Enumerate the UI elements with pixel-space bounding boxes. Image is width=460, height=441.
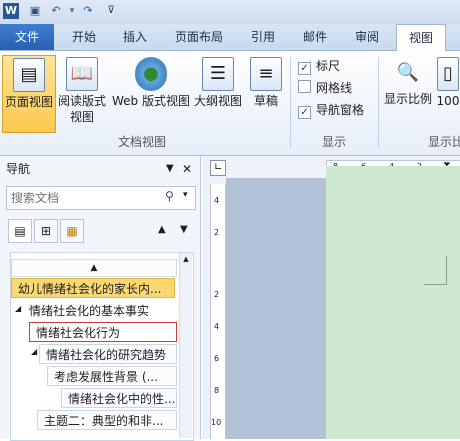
reading-view-icon: 📖: [66, 57, 98, 91]
reading-view-label-2: 视图: [69, 110, 94, 124]
nav-pane-checkbox[interactable]: ✓ 导航窗格: [298, 101, 364, 119]
ruler-tick: 4: [214, 196, 220, 205]
heading-item[interactable]: 幼儿情绪社会化的家长内...: [11, 278, 175, 298]
ribbon-separator: [290, 57, 291, 149]
reading-view-label-1: 阅读版式: [57, 94, 106, 108]
headings-tab-icon[interactable]: ▤: [8, 219, 32, 243]
heading-item[interactable]: 情绪社会化中的性...: [61, 388, 177, 408]
checkbox-unchecked-icon: [298, 80, 311, 93]
nav-pane-label: 导航窗格: [316, 103, 365, 117]
web-view-button[interactable]: ● Web 版式视图: [110, 55, 192, 131]
group-label-doc-views: 文档视图: [118, 135, 167, 149]
page-icon: ▯: [437, 57, 459, 91]
reading-view-button[interactable]: 📖 阅读版式 视图: [56, 55, 108, 131]
tab-view[interactable]: 视图: [396, 24, 446, 51]
ribbon-tabs: 文件 开始 插入 页面布局 引用 邮件 审阅 视图: [0, 24, 460, 51]
ruler-tick: 2: [214, 228, 220, 237]
tab-references[interactable]: 引用: [240, 24, 286, 50]
gridlines-label: 网格线: [316, 81, 353, 95]
page-view-label: 页面视图: [4, 95, 53, 109]
heading-item[interactable]: 考虑发展性背景 (...: [47, 366, 177, 386]
ruler-tick: 10: [211, 418, 222, 427]
expanded-triangle-icon[interactable]: ◢: [31, 347, 37, 356]
zoom-100-button[interactable]: ▯ 100: [436, 55, 460, 131]
tab-mailings[interactable]: 邮件: [292, 24, 338, 50]
gridlines-checkbox[interactable]: 网格线: [298, 79, 352, 96]
tab-insert[interactable]: 插入: [112, 24, 158, 50]
document-page[interactable]: [326, 166, 460, 439]
outline-view-icon: ☰: [202, 57, 234, 91]
draft-view-label: 草稿: [253, 94, 278, 108]
word-app-icon[interactable]: W: [3, 3, 19, 19]
ribbon: ▤ 页面视图 📖 阅读版式 视图 ● Web 版式视图 ☰ 大纲视图 ≡ 草稿 …: [0, 51, 460, 156]
web-view-label: Web 版式视图: [112, 94, 190, 108]
collapse-top-icon[interactable]: ▲: [11, 259, 177, 277]
next-icon[interactable]: ▼: [180, 224, 188, 235]
results-tab-icon[interactable]: ▦: [60, 219, 84, 243]
outline-view-label: 大纲视图: [193, 94, 242, 108]
search-input[interactable]: [9, 188, 163, 208]
tab-selector-icon[interactable]: ∟: [210, 160, 226, 176]
group-label-zoom: 显示比: [428, 135, 460, 149]
zoom-100-label: 100: [436, 94, 460, 108]
tab-review[interactable]: 审阅: [344, 24, 390, 50]
outline-view-button[interactable]: ☰ 大纲视图: [192, 55, 244, 131]
ruler-tick: 6: [214, 354, 220, 363]
draft-view-icon: ≡: [250, 57, 282, 91]
ruler-checkbox[interactable]: ✓ 标尺: [298, 57, 340, 75]
page-view-icon: ▤: [13, 58, 45, 92]
zoom-label: 显示比例: [383, 92, 432, 106]
ruler-label: 标尺: [316, 59, 341, 73]
nav-pane-title: 导航: [6, 162, 31, 176]
ribbon-separator: [378, 57, 379, 149]
margin-corner-mark: [424, 256, 447, 285]
headings-tree: ▲ ▲ 幼儿情绪社会化的家长内... ◢ 情绪社会化的基本事实 情绪社会化行为 …: [10, 252, 194, 441]
checkbox-checked-icon: ✓: [298, 62, 311, 75]
zoom-button[interactable]: 🔍 显示比例: [382, 55, 434, 131]
heading-item[interactable]: 情绪社会化的基本事实: [23, 301, 173, 321]
heading-item[interactable]: 主题二：典型的和非...: [37, 410, 177, 430]
tab-home[interactable]: 开始: [58, 24, 110, 50]
undo-dropdown-icon[interactable]: ▾: [64, 3, 80, 19]
ruler-tick: 8: [214, 386, 220, 395]
tree-scrollbar[interactable]: ▲: [179, 253, 192, 438]
scroll-up-icon[interactable]: ▲: [181, 254, 191, 264]
vertical-ruler[interactable]: 4 2 2 4 6 8 10: [210, 184, 226, 439]
checkbox-checked-icon: ✓: [298, 106, 311, 119]
globe-icon: ●: [135, 57, 167, 91]
quick-access-toolbar: W ▣ ↶ ▾ ↷ ⊽: [0, 0, 460, 24]
redo-icon[interactable]: ↷: [80, 3, 96, 19]
nav-pane-header: 导航 ▼ ✕: [0, 156, 200, 182]
customize-qat-icon[interactable]: ⊽: [103, 3, 119, 19]
search-icon[interactable]: ⚲: [165, 189, 174, 203]
draft-view-button[interactable]: ≡ 草稿: [248, 55, 284, 131]
group-label-show: 显示: [322, 135, 347, 149]
tab-page-layout[interactable]: 页面布局: [160, 24, 238, 50]
pages-tab-icon[interactable]: ⊞: [34, 219, 58, 243]
ruler-tick: 2: [214, 290, 220, 299]
magnifier-icon: 🔍: [396, 62, 420, 83]
previous-icon[interactable]: ▲: [158, 224, 166, 235]
search-box[interactable]: ⚲ ▾: [6, 186, 196, 210]
heading-item-current[interactable]: 情绪社会化行为: [29, 322, 177, 342]
undo-icon[interactable]: ↶: [48, 3, 64, 19]
expanded-triangle-icon[interactable]: ◢: [15, 304, 21, 313]
page-view-button[interactable]: ▤ 页面视图: [2, 55, 56, 133]
close-icon[interactable]: ✕: [182, 156, 192, 182]
nav-pane-menu-icon[interactable]: ▼: [166, 156, 174, 182]
tab-file[interactable]: 文件: [0, 24, 54, 50]
save-icon[interactable]: ▣: [27, 3, 43, 19]
search-options-icon[interactable]: ▾: [183, 190, 188, 200]
heading-item[interactable]: 情绪社会化的研究趋势: [39, 344, 177, 364]
ruler-tick: 4: [214, 322, 220, 331]
